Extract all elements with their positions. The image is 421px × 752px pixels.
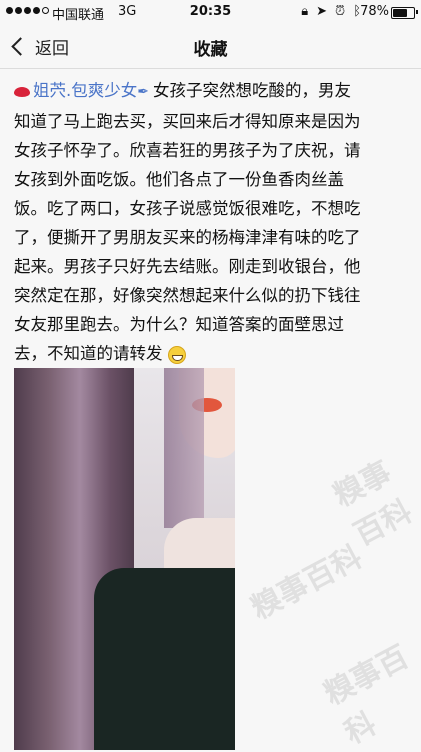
post-line-1: 姐茓.包爽少女✒ 女孩子突然想吃酸的，男友 bbox=[14, 76, 412, 107]
post-text-line: 女孩到外面吃饭。他们各点了一份鱼香肉丝盖 bbox=[14, 170, 344, 189]
grinning-face-icon bbox=[167, 345, 186, 364]
hair-shape-right bbox=[164, 368, 204, 528]
watermark: 糗事百科 bbox=[318, 639, 415, 752]
battery-percent: 78% bbox=[360, 4, 389, 19]
battery-icon bbox=[391, 7, 415, 19]
post-text-line: 起来。男孩子只好先去结账。刚走到收银台，他 bbox=[14, 257, 361, 276]
navigation-bar: 返回 收藏 bbox=[0, 24, 421, 69]
pen-icon: ✒ bbox=[137, 84, 149, 100]
post-text-line: 饭。吃了两口，女孩子说感觉饭很难吃，不想吃 bbox=[14, 199, 361, 218]
post-text-line: 去，不知道的请转发 bbox=[14, 344, 163, 363]
post-image[interactable] bbox=[14, 368, 235, 750]
post-text-line: 女孩子怀孕了。欣喜若狂的男孩子为了庆祝，请 bbox=[14, 141, 361, 160]
post-text-line: 女友那里跑去。为什么？知道答案的面壁思过 bbox=[14, 315, 344, 334]
post-text-line: 了，便撕开了男朋友买来的杨梅津津有味的吃了 bbox=[14, 228, 361, 247]
battery-fill bbox=[393, 9, 408, 17]
post-text-line: 女孩子突然想吃酸的，男友 bbox=[152, 81, 351, 100]
post-text-line: 知道了马上跑去买，买回来后才得知原来是因为 bbox=[14, 112, 361, 131]
dress-shape bbox=[94, 568, 235, 750]
status-icons: 🔒︎ ➤ ⏰︎ ᛒ bbox=[301, 4, 361, 19]
location-arrow-icon: ➤ bbox=[316, 4, 328, 19]
post-text-line: 突然定在那，好像突然想起来什么似的扔下钱往 bbox=[14, 286, 361, 305]
post-content: 姐茓.包爽少女✒ 女孩子突然想吃酸的，男友 知道了马上跑去买，买回来后才得知原来是… bbox=[14, 76, 412, 368]
battery-nub bbox=[416, 10, 418, 14]
alarm-icon: ⏰︎ bbox=[335, 4, 346, 19]
status-bar: 中国联通 3G 20:35 🔒︎ ➤ ⏰︎ ᛒ 78% bbox=[0, 0, 421, 24]
page-title: 收藏 bbox=[193, 40, 228, 60]
watermark: 糗事百科 bbox=[245, 539, 368, 627]
post-last-line: 去，不知道的请转发 bbox=[14, 339, 412, 368]
kiss-mark-icon bbox=[14, 86, 30, 97]
lock-icon: 🔒︎ bbox=[301, 4, 309, 19]
post-username[interactable]: 姐茓.包爽少女 bbox=[33, 81, 137, 100]
